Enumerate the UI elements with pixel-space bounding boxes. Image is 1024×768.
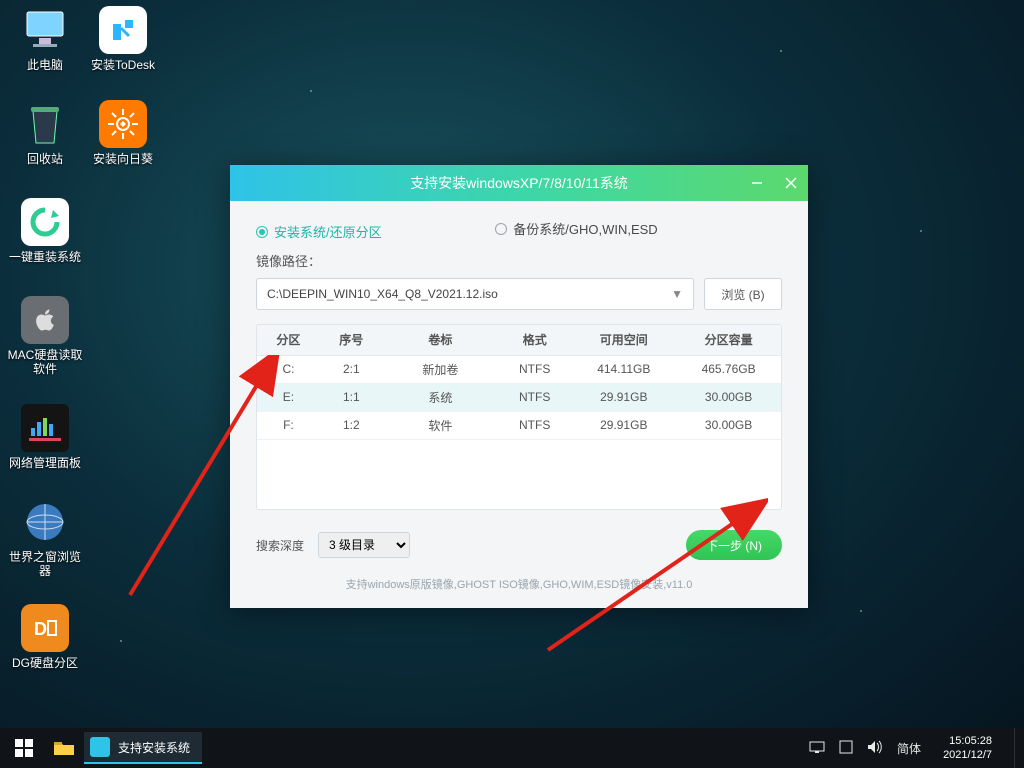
system-tray: 简体 15:05:28 2021/12/7	[809, 728, 1024, 768]
close-button[interactable]	[774, 165, 808, 201]
icon-label: 安装向日葵	[84, 152, 162, 166]
table-header-row: 分区 序号 卷标 格式 可用空间 分区容量	[257, 325, 781, 355]
app-title: 支持安装系统	[118, 739, 190, 756]
icon-label: 此电脑	[6, 58, 84, 72]
taskbar-running-app[interactable]: 支持安装系统	[84, 732, 202, 764]
image-path-dropdown[interactable]: C:\DEEPIN_WIN10_X64_Q8_V2021.12.iso ▼	[256, 278, 694, 310]
desktop-icon-reinstall[interactable]: 一键重装系统	[6, 198, 84, 264]
image-path-label: 镜像路径：	[230, 251, 808, 270]
desktop-icon-dg[interactable]: D DG硬盘分区	[6, 604, 84, 670]
icon-label: DG硬盘分区	[6, 656, 84, 670]
desktop-icon-todesk[interactable]: 安装ToDesk	[84, 6, 162, 72]
svg-text:D: D	[34, 619, 47, 639]
icon-label: MAC硬盘读取软件	[6, 348, 84, 376]
icon-label: 回收站	[6, 152, 84, 166]
installer-dialog: 支持安装windowsXP/7/8/10/11系统 安装系统/还原分区 备份系统…	[230, 165, 808, 608]
desktop-icon-browser[interactable]: 世界之窗浏览器	[6, 498, 84, 578]
desktop-icon-netmgr[interactable]: 网络管理面板	[6, 404, 84, 470]
start-button[interactable]	[0, 728, 48, 768]
taskbar-clock[interactable]: 15:05:28 2021/12/7	[935, 734, 1000, 762]
time: 15:05:28	[943, 734, 992, 748]
path-value: C:\DEEPIN_WIN10_X64_Q8_V2021.12.iso	[267, 287, 498, 301]
icon-label: 安装ToDesk	[84, 58, 162, 72]
network-icon[interactable]	[809, 740, 825, 757]
desktop-icon-macdisk[interactable]: MAC硬盘读取软件	[6, 296, 84, 376]
radio-backup[interactable]: 备份系统/GHO,WIN,ESD	[495, 219, 657, 238]
title-bar: 支持安装windowsXP/7/8/10/11系统	[230, 165, 808, 201]
search-depth-label: 搜索深度	[256, 537, 304, 554]
minimize-button[interactable]	[740, 165, 774, 201]
support-text: 支持windows原版镜像,GHOST ISO镜像,GHO,WIM,ESD镜像安…	[230, 572, 808, 608]
browse-button[interactable]: 浏览 (B)	[704, 278, 782, 310]
icon-label: 网络管理面板	[6, 456, 84, 470]
ime-indicator[interactable]: 简体	[897, 740, 921, 757]
desktop-icon-sunflower[interactable]: 安装向日葵	[84, 100, 162, 166]
radio-label: 安装系统/还原分区	[274, 222, 382, 241]
show-desktop-button[interactable]	[1014, 728, 1020, 768]
date: 2021/12/7	[943, 748, 992, 762]
icon-label: 世界之窗浏览器	[6, 550, 84, 578]
window-title: 支持安装windowsXP/7/8/10/11系统	[410, 175, 628, 191]
chevron-down-icon: ▼	[671, 287, 683, 301]
table-row[interactable]: F:1:2软件NTFS29.91GB30.00GB	[257, 411, 781, 439]
radio-dot-icon	[256, 226, 268, 238]
table-row[interactable]: E:1:1系统NTFS29.91GB30.00GB	[257, 383, 781, 411]
taskbar: 支持安装系统 简体 15:05:28 2021/12/7	[0, 728, 1024, 768]
next-button[interactable]: 下一步 (N)	[686, 530, 782, 560]
radio-label: 备份系统/GHO,WIN,ESD	[513, 219, 657, 238]
desktop-icon-recycle[interactable]: 回收站	[6, 100, 84, 166]
search-depth-select[interactable]: 3 级目录	[318, 532, 410, 558]
partition-table: 分区 序号 卷标 格式 可用空间 分区容量 C:2:1新加卷NTFS414.11…	[256, 324, 782, 510]
file-explorer-taskbar[interactable]	[48, 728, 80, 768]
radio-dot-icon	[495, 223, 507, 235]
radio-install-restore[interactable]: 安装系统/还原分区	[256, 222, 382, 241]
icon-label: 一键重装系统	[6, 250, 84, 264]
volume-icon[interactable]	[867, 740, 883, 757]
desktop: 此电脑 回收站 一键重装系统 MAC硬盘读取软件 网络管理面板 世界之窗浏览器 …	[0, 0, 1024, 768]
table-row[interactable]: C:2:1新加卷NTFS414.11GB465.76GB	[257, 355, 781, 383]
desktop-icon-this-pc[interactable]: 此电脑	[6, 6, 84, 72]
app-icon	[90, 737, 110, 757]
action-center-icon[interactable]	[839, 740, 853, 757]
